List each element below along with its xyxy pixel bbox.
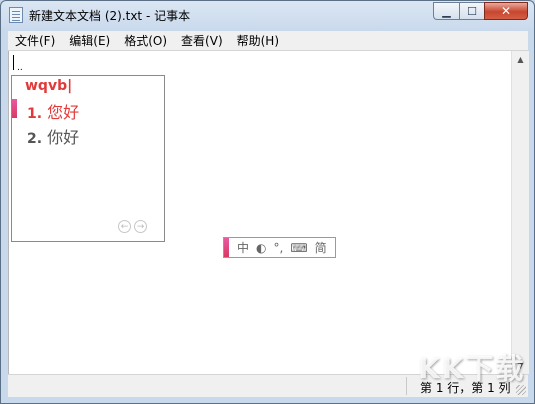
selection-marker (12, 99, 17, 118)
title-bar[interactable]: 新建文本文档 (2).txt - 记事本 ▁ ☐ ✕ (1, 1, 534, 31)
ime-composition: wqvb| (25, 78, 73, 94)
menu-format[interactable]: 格式(O) (117, 31, 174, 50)
ime-candidate-window: wqvb| 1. 您好 2. 你好 ← → (11, 75, 165, 242)
ime-mode-toggle[interactable]: 中 (237, 239, 249, 256)
minimize-button[interactable]: ▁ (433, 2, 459, 20)
ime-moon-icon[interactable]: ◐ (256, 241, 266, 255)
window-title: 新建文本文档 (2).txt - 记事本 (29, 9, 191, 23)
ime-status-bar: 中 ◐ °, ⌨ 简 (223, 237, 336, 258)
ime-logo-icon (224, 238, 229, 257)
candidate-2-text: 你好 (47, 128, 80, 147)
ime-charset-toggle[interactable]: 简 (315, 239, 327, 256)
vertical-scrollbar[interactable]: ▲ ▼ (511, 51, 529, 374)
caret-indicator: .. (17, 63, 23, 73)
candidate-1-number: 1. (27, 106, 43, 122)
menu-help[interactable]: 帮助(H) (230, 31, 286, 50)
candidate-1-text: 您好 (47, 103, 80, 122)
menu-view[interactable]: 查看(V) (174, 31, 230, 50)
menu-bar: 文件(F) 编辑(E) 格式(O) 查看(V) 帮助(H) (8, 31, 528, 51)
notepad-icon (9, 7, 23, 23)
close-button[interactable]: ✕ (484, 2, 528, 20)
candidate-2-number: 2. (27, 131, 43, 147)
status-divider (406, 377, 407, 395)
candidate-2[interactable]: 2. 你好 (27, 124, 79, 148)
candidate-1[interactable]: 1. 您好 (27, 99, 79, 123)
keyboard-icon[interactable]: ⌨ (290, 241, 307, 255)
prev-page-icon[interactable]: ← (118, 220, 131, 233)
window-controls: ▁ ☐ ✕ (433, 2, 528, 21)
maximize-button[interactable]: ☐ (459, 2, 484, 20)
next-page-icon[interactable]: → (134, 220, 147, 233)
menu-file[interactable]: 文件(F) (8, 31, 62, 50)
candidate-pager: ← → (118, 220, 147, 233)
scroll-up-icon[interactable]: ▲ (512, 51, 529, 68)
menu-edit[interactable]: 编辑(E) (62, 31, 117, 50)
ime-punct-toggle[interactable]: °, (274, 241, 284, 255)
text-caret (13, 55, 14, 70)
watermark-logo: KK下载 (418, 352, 526, 385)
